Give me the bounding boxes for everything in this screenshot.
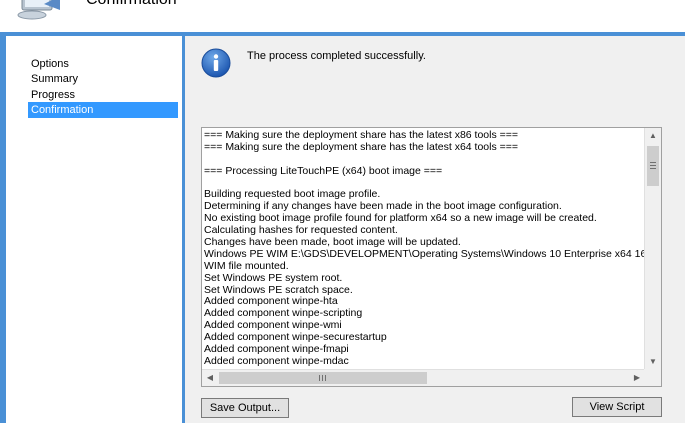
grip-icon bbox=[650, 162, 656, 169]
scroll-up-icon[interactable]: ▲ bbox=[645, 128, 661, 144]
computer-wizard-icon bbox=[17, 0, 60, 20]
wizard-frame: Options Summary Progress Confirmation Th… bbox=[0, 32, 685, 423]
log-lines: === Making sure the deployment share has… bbox=[204, 130, 644, 368]
vertical-scrollbar[interactable]: ▲ ▼ bbox=[644, 128, 661, 370]
horizontal-scrollbar[interactable]: ◀ ▶ bbox=[202, 369, 645, 386]
log-line: === Processing LiteTouchPE (x64) boot im… bbox=[204, 164, 443, 177]
info-icon bbox=[201, 48, 231, 78]
log-line: Added component winpe-mdac bbox=[204, 354, 349, 367]
main-panel: The process completed successfully. === … bbox=[185, 36, 685, 423]
grip-icon bbox=[319, 375, 326, 381]
nav-item-summary[interactable]: Summary bbox=[28, 71, 178, 87]
horizontal-scroll-thumb[interactable] bbox=[219, 372, 427, 384]
scroll-left-icon[interactable]: ◀ bbox=[202, 370, 218, 386]
nav-item-progress[interactable]: Progress bbox=[28, 87, 178, 103]
nav-item-options[interactable]: Options bbox=[28, 56, 178, 72]
log-line: === Making sure the deployment share has… bbox=[204, 140, 519, 153]
wizard-nav: Options Summary Progress Confirmation bbox=[6, 36, 182, 423]
scroll-right-icon[interactable]: ▶ bbox=[629, 370, 645, 386]
wizard-header: Confirmation bbox=[0, 0, 685, 32]
log-output-textbox[interactable]: === Making sure the deployment share has… bbox=[201, 127, 662, 387]
save-output-button[interactable]: Save Output... bbox=[201, 398, 289, 418]
vertical-scroll-thumb[interactable] bbox=[647, 146, 659, 186]
nav-item-confirmation[interactable]: Confirmation bbox=[28, 102, 178, 118]
view-script-button[interactable]: View Script bbox=[572, 397, 662, 417]
log-line: Windows PE WIM E:\GDS\DEVELOPMENT\Operat… bbox=[204, 247, 644, 260]
scroll-down-icon[interactable]: ▼ bbox=[645, 354, 661, 370]
scrollbar-corner bbox=[644, 369, 661, 386]
page-title: Confirmation bbox=[86, 0, 177, 9]
log-line: WIM file mounted. bbox=[204, 259, 289, 272]
status-message: The process completed successfully. bbox=[247, 50, 426, 62]
log-line: Set Windows PE system root. bbox=[204, 271, 343, 284]
